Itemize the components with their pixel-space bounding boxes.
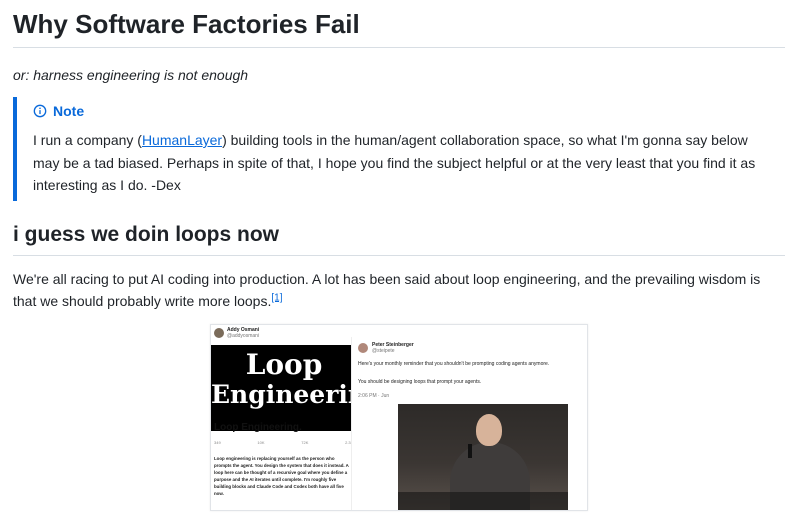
- section-heading: i guess we doin loops now: [13, 221, 785, 256]
- post-title: Loop Engineering.: [214, 422, 302, 433]
- microphone: [468, 444, 472, 458]
- right-text-2: You should be designing loops that promp…: [358, 379, 482, 385]
- subtitle: or: harness engineering is not enough: [13, 67, 249, 83]
- note-text: I run a company (HumanLayer) building to…: [33, 129, 773, 197]
- note-header: Note: [33, 101, 785, 121]
- note-label: Note: [53, 103, 85, 119]
- post-body: Loop engineering is replacing yourself a…: [214, 456, 349, 496]
- right-handle: @steipete: [372, 348, 395, 354]
- embedded-tweet-screenshot: Addy Osmani @addyosmani Loop Engineering…: [210, 324, 588, 511]
- paragraph-text: We're all racing to put AI coding into p…: [13, 270, 761, 310]
- avatar: [358, 343, 368, 353]
- speaker-photo: [398, 404, 568, 510]
- footnote-link[interactable]: [1]: [271, 292, 282, 303]
- stat-replies: 349: [214, 440, 221, 445]
- right-text-1: Here's your monthly reminder that you sh…: [358, 361, 550, 367]
- post-stats: 349 10K 72K 2.3M: [214, 440, 354, 445]
- humanlayer-link[interactable]: HumanLayer: [142, 132, 222, 148]
- article: Why Software Factories Fail or: harness …: [13, 0, 785, 313]
- person-head: [476, 414, 502, 446]
- note-text-start: I run a company (: [33, 132, 142, 148]
- stat-reposts: 10K: [257, 440, 265, 445]
- loop-engineering-banner: Loop Engineering: [211, 345, 384, 431]
- right-time: 2:06 PM · Jun: [358, 393, 390, 399]
- info-icon: [33, 104, 47, 118]
- page-title: Why Software Factories Fail: [13, 0, 785, 48]
- audience-seats: [398, 492, 568, 510]
- avatar: [214, 328, 224, 338]
- left-handle: @addyosmani: [227, 333, 260, 339]
- banner-line-2: Engineering: [211, 380, 384, 409]
- stat-likes: 72K: [301, 440, 309, 445]
- banner-line-1: Loop: [245, 348, 323, 381]
- section-paragraph: We're all racing to put AI coding into p…: [13, 268, 785, 313]
- note-callout: Note I run a company (HumanLayer) buildi…: [13, 97, 785, 201]
